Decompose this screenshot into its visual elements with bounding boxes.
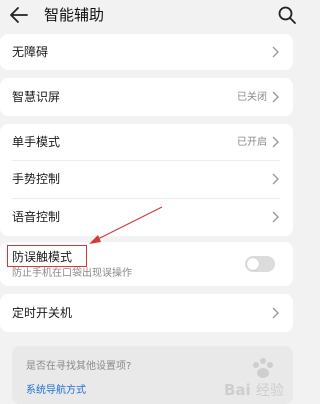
chevron-right-icon (272, 91, 279, 103)
chevron-right-icon (272, 173, 279, 185)
anti-mistouch-description: 防止手机在口袋出现误操作 (12, 268, 132, 279)
page-title: 智能辅助 (44, 6, 105, 24)
annotation-highlight-box (7, 245, 87, 267)
smart-recognition-status: 已关闭 (237, 92, 267, 103)
chevron-right-icon (272, 307, 279, 319)
smart-assist-screen: 智能辅助 无障碍 智慧识屏 已关闭 单手模式 已开启 手势控制 语音控制 防误触… (0, 0, 310, 404)
smart-recognition-row[interactable]: 智慧识屏 已关闭 (0, 78, 293, 116)
one-hand-mode-row[interactable]: 单手模式 已开启 (0, 124, 293, 160)
smart-recognition-label: 智慧识屏 (12, 90, 61, 104)
voice-control-row[interactable]: 语音控制 (0, 199, 293, 236)
suggestion-question: 是否在寻找其他设置项? (26, 361, 132, 372)
chevron-right-icon (272, 136, 279, 148)
one-hand-mode-label: 单手模式 (12, 135, 61, 149)
scheduled-power-row[interactable]: 定时开关机 (0, 294, 293, 332)
gesture-control-label: 手势控制 (12, 172, 61, 186)
back-arrow-icon[interactable] (8, 4, 30, 26)
voice-control-label: 语音控制 (12, 210, 61, 224)
baidu-watermark-logo: Bai 经验 (224, 358, 284, 399)
card-accessibility: 无障碍 (0, 34, 293, 70)
system-navigation-link[interactable]: 系统导航方式 (26, 384, 86, 397)
chevron-right-icon (272, 46, 279, 58)
chevron-right-icon (272, 211, 279, 223)
one-hand-mode-status: 已开启 (237, 137, 267, 148)
card-controls: 单手模式 已开启 手势控制 语音控制 (0, 124, 293, 236)
card-scheduled-power: 定时开关机 (0, 294, 293, 332)
title-bar: 智能辅助 (0, 0, 310, 30)
accessibility-row[interactable]: 无障碍 (0, 34, 293, 70)
search-icon[interactable] (276, 4, 298, 26)
anti-mistouch-toggle[interactable] (245, 256, 275, 272)
svg-text:Bai: Bai (224, 381, 251, 399)
accessibility-label: 无障碍 (12, 45, 49, 59)
toggle-knob (247, 258, 259, 270)
svg-text:经验: 经验 (256, 383, 284, 399)
card-smart-recognition: 智慧识屏 已关闭 (0, 78, 293, 116)
gesture-control-row[interactable]: 手势控制 (0, 161, 293, 198)
scheduled-power-label: 定时开关机 (12, 306, 73, 320)
